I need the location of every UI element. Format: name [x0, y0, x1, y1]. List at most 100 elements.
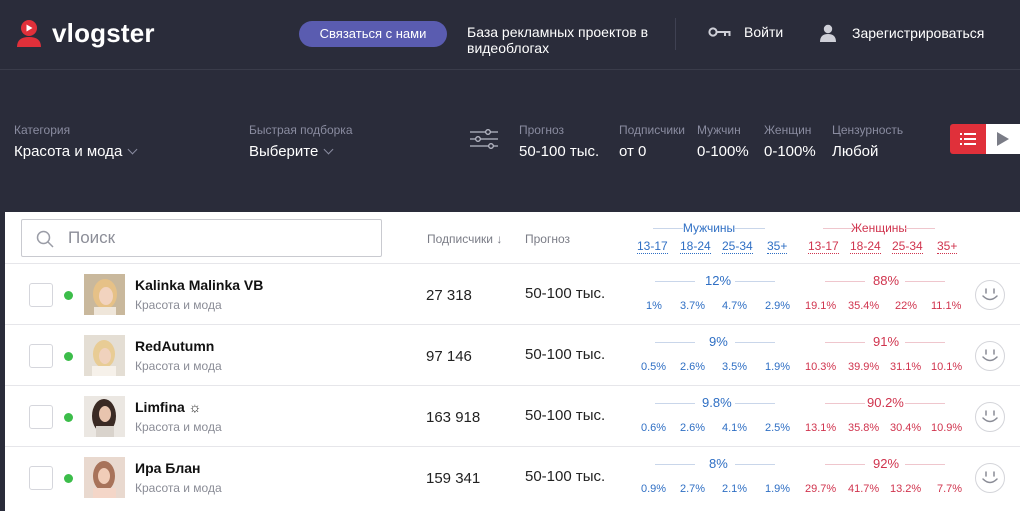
- smile-rating-button[interactable]: [975, 402, 1005, 432]
- women-filter-value: 0-100%: [764, 143, 816, 160]
- women-total: 92%: [873, 456, 900, 471]
- blogger-name[interactable]: Kalinka Malinka VB: [135, 277, 263, 293]
- women-total: 91%: [873, 334, 900, 349]
- women-age-18-24[interactable]: 18-24: [850, 240, 881, 254]
- women-13-17: 19.1%: [805, 300, 837, 312]
- online-status-dot: [64, 352, 73, 361]
- forecast-filter-value: 50-100 тыс.: [519, 143, 600, 160]
- smile-icon: [982, 288, 998, 301]
- chevron-down-icon: [323, 144, 334, 155]
- forecast-value: 50-100 тыс.: [525, 285, 606, 302]
- list-icon: [960, 133, 976, 145]
- women-age-35-plus[interactable]: 35+: [937, 240, 958, 254]
- smile-rating-button[interactable]: [975, 341, 1005, 371]
- men-age-18-24[interactable]: 18-24: [680, 240, 711, 254]
- men-35-plus: 1.9%: [765, 361, 791, 373]
- women-18-24: 35.4%: [848, 300, 880, 312]
- blogger-name[interactable]: Ира Блан: [135, 460, 201, 476]
- men-35-plus: 2.5%: [765, 422, 791, 434]
- men-total: 9.8%: [702, 395, 732, 410]
- contact-us-button[interactable]: Связаться с нами: [299, 21, 447, 47]
- subscribers-filter-value: от 0: [619, 143, 647, 160]
- women-18-24: 39.9%: [848, 361, 880, 373]
- blogger-name[interactable]: RedAutumn: [135, 338, 214, 354]
- avatar[interactable]: [84, 274, 125, 315]
- top-navigation-bar: vlogster Связаться с нами База рекламных…: [0, 0, 1020, 70]
- list-view-button[interactable]: [950, 124, 986, 154]
- view-mode-toggle: [950, 124, 1020, 154]
- avatar[interactable]: [84, 335, 125, 376]
- men-35-plus: 2.9%: [765, 300, 791, 312]
- censorship-filter[interactable]: Цензурность Любой: [832, 123, 903, 160]
- men-18-24: 2.7%: [680, 483, 706, 495]
- forecast-value: 50-100 тыс.: [525, 468, 606, 485]
- blogger-category: Красота и мода: [135, 420, 222, 434]
- online-status-dot: [64, 413, 73, 422]
- subscribers-value: 97 146: [426, 348, 472, 365]
- row-checkbox[interactable]: [29, 283, 53, 307]
- forecast-value: 50-100 тыс.: [525, 407, 606, 424]
- register-link[interactable]: Зарегистрироваться: [820, 24, 984, 42]
- men-35-plus: 1.9%: [765, 483, 791, 495]
- men-filter[interactable]: Мужчин 0-100%: [697, 123, 749, 160]
- sliders-icon[interactable]: [469, 127, 499, 151]
- category-filter-value: Красота и мода: [14, 143, 123, 160]
- online-status-dot: [64, 474, 73, 483]
- table-row[interactable]: Limfina ☼ Красота и мода 163 918 50-100 …: [5, 385, 1020, 446]
- men-age-25-34[interactable]: 25-34: [722, 240, 753, 254]
- women-filter[interactable]: Женщин 0-100%: [764, 123, 816, 160]
- women-18-24: 35.8%: [848, 422, 880, 434]
- logo-text: vlogster: [52, 18, 155, 48]
- avatar[interactable]: [84, 396, 125, 437]
- search-icon: [36, 230, 54, 248]
- women-age-13-17[interactable]: 13-17: [808, 240, 839, 254]
- row-checkbox[interactable]: [29, 466, 53, 490]
- forecast-filter[interactable]: Прогноз 50-100 тыс.: [519, 123, 599, 160]
- men-18-24: 3.7%: [680, 300, 706, 312]
- women-13-17: 29.7%: [805, 483, 837, 495]
- column-header-subscribers[interactable]: Подписчики ↓: [427, 232, 502, 246]
- vlogster-logo-icon: [17, 19, 41, 47]
- key-icon: [708, 27, 731, 37]
- row-checkbox[interactable]: [29, 344, 53, 368]
- blogger-category: Красота и мода: [135, 481, 222, 495]
- women-35-plus: 10.9%: [931, 422, 963, 434]
- avatar[interactable]: [84, 457, 125, 498]
- women-age-25-34[interactable]: 25-34: [892, 240, 923, 254]
- column-header-forecast[interactable]: Прогноз: [525, 232, 570, 246]
- women-total: 88%: [873, 273, 900, 288]
- women-25-34: 31.1%: [890, 361, 922, 373]
- category-filter-label: Категория: [14, 123, 71, 137]
- search-input[interactable]: [68, 220, 368, 256]
- men-25-34: 4.1%: [722, 422, 748, 434]
- category-filter[interactable]: Категория Красота и мода: [14, 123, 138, 160]
- forecast-filter-label: Прогноз: [519, 123, 565, 137]
- online-status-dot: [64, 291, 73, 300]
- quick-selection-filter[interactable]: Быстрая подборка Выберите: [249, 123, 353, 160]
- register-label: Зарегистрироваться: [852, 25, 985, 41]
- table-row[interactable]: Ира Блан Красота и мода 159 341 50-100 т…: [5, 446, 1020, 507]
- search-box[interactable]: [21, 219, 382, 257]
- filter-bar: Категория Красота и мода Быстрая подборк…: [0, 71, 1020, 212]
- men-age-13-17[interactable]: 13-17: [637, 240, 668, 254]
- quick-selection-label: Быстрая подборка: [249, 123, 353, 137]
- video-view-button[interactable]: [986, 124, 1020, 154]
- row-checkbox[interactable]: [29, 405, 53, 429]
- men-age-35-plus[interactable]: 35+: [767, 240, 788, 254]
- subscribers-value: 27 318: [426, 287, 472, 304]
- blogger-name[interactable]: Limfina ☼: [135, 399, 202, 415]
- women-25-34: 30.4%: [890, 422, 922, 434]
- smile-rating-button[interactable]: [975, 280, 1005, 310]
- men-25-34: 2.1%: [722, 483, 748, 495]
- subscribers-value: 163 918: [426, 409, 481, 426]
- subscribers-value: 159 341: [426, 470, 481, 487]
- table-row[interactable]: RedAutumn Красота и мода 97 146 50-100 т…: [5, 324, 1020, 385]
- smile-rating-button[interactable]: [975, 463, 1005, 493]
- logo[interactable]: vlogster: [14, 18, 155, 49]
- women-25-34: 13.2%: [890, 483, 922, 495]
- men-filter-value: 0-100%: [697, 143, 749, 160]
- login-link[interactable]: Войти: [708, 24, 783, 40]
- women-18-24: 41.7%: [848, 483, 880, 495]
- subscribers-filter[interactable]: Подписчики от 0: [619, 123, 685, 160]
- table-row[interactable]: Kalinka Malinka VB Красота и мода 27 318…: [5, 263, 1020, 324]
